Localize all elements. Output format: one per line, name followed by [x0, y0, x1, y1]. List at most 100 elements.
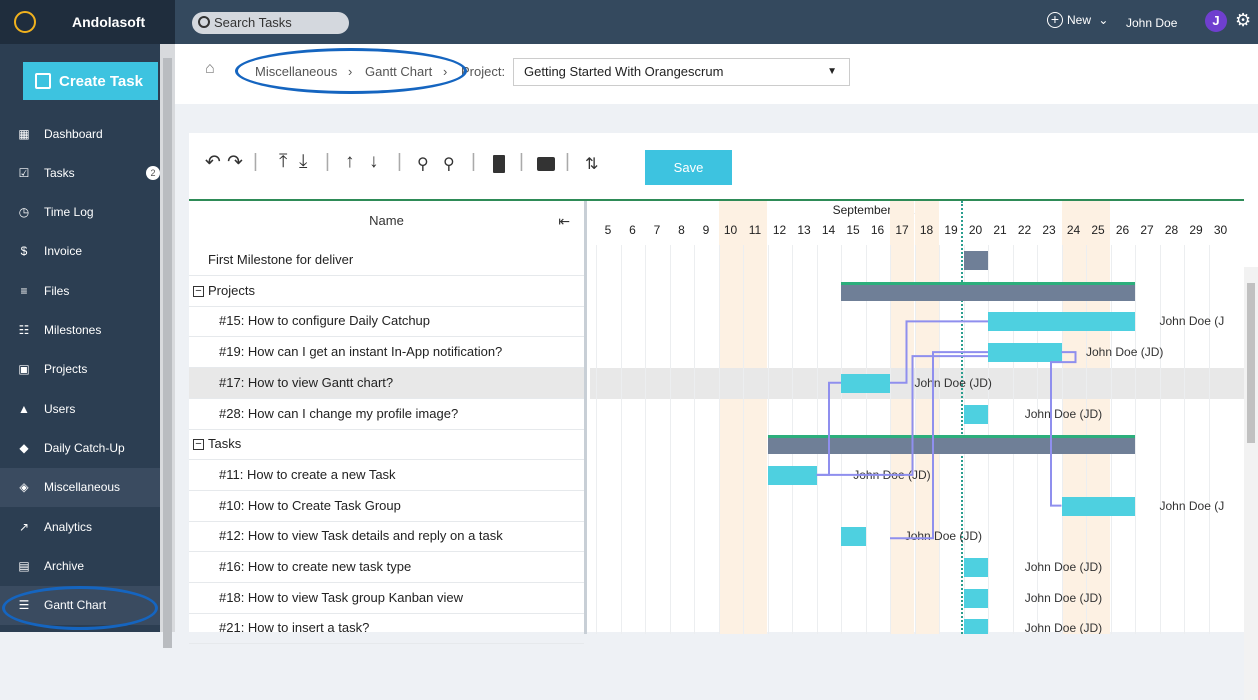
breadcrumb-bar: ⌂ Miscellaneous › Gantt Chart › Project:… [175, 44, 1258, 104]
separator: | [519, 151, 524, 172]
search-placeholder: Search Tasks [214, 15, 292, 30]
collapse-toggle-icon[interactable]: − [193, 439, 204, 451]
sidebar-item-dashboard[interactable]: ▦ Dashboard [0, 114, 160, 153]
move-up-icon[interactable]: ↑ [345, 151, 355, 173]
grid-icon: ▦ [18, 126, 30, 141]
task-name: Projects [208, 282, 255, 298]
sidebar-item-label: Users [44, 401, 76, 416]
sidebar-item-label: Dashboard [44, 126, 103, 141]
home-icon[interactable]: ⌂ [205, 60, 215, 78]
search-input[interactable]: Search Tasks [192, 12, 349, 34]
sidebar-item-projects[interactable]: ▣ Projects [0, 350, 160, 389]
task-name: #18: How to view Task group Kanban view [219, 589, 464, 605]
sidebar-item-label: Time Log [44, 205, 94, 220]
logo-icon [14, 11, 36, 33]
sidebar-item-label: Archive [44, 558, 85, 573]
task-name: #12: How to view Task details and reply … [219, 528, 503, 544]
chart-line-icon: ↗ [18, 519, 30, 534]
sidebar-item-label: Invoice [44, 244, 83, 259]
collapse-grid-icon[interactable]: ⇤ [558, 201, 570, 241]
topbar: Search Tasks + New ⌄ John Doe J ⚙ [175, 0, 1258, 44]
create-task-button[interactable]: Create Task [23, 62, 158, 100]
dependency-link[interactable] [890, 351, 988, 540]
separator: | [325, 151, 330, 172]
layers-icon: ◈ [19, 480, 29, 495]
task-row[interactable]: #11: How to create a new Task [189, 460, 584, 491]
group-row[interactable]: − Tasks [189, 429, 584, 461]
user-name[interactable]: John Doe [1126, 16, 1177, 30]
dependency-link[interactable] [1050, 351, 1077, 507]
task-row[interactable]: #16: How to create new task type [189, 552, 584, 583]
task-name: #17: How to view Gantt chart? [219, 374, 394, 390]
group-row[interactable]: − Projects [189, 276, 584, 307]
print-icon[interactable] [537, 157, 555, 171]
gear-icon[interactable]: ⚙ [1235, 10, 1251, 31]
sidebar-item-milestones[interactable]: ☷ Milestones [0, 311, 160, 350]
delete-icon[interactable] [493, 155, 505, 173]
critical-path-icon[interactable]: ⇅ [585, 154, 598, 174]
zoom-in-icon[interactable]: ⚲ [443, 154, 455, 174]
new-button[interactable]: + New ⌄ [1047, 12, 1108, 28]
dependency-link[interactable] [816, 381, 842, 476]
annotation-ellipse [235, 48, 467, 94]
gantt-grid: Name ⇤ First Milestone for deliver − Proje… [189, 199, 1258, 700]
sidebar-item-tasks[interactable]: ☑ Tasks 2 [0, 153, 160, 192]
move-down-icon[interactable]: ↓ [369, 151, 379, 173]
expand-all-icon[interactable]: ⤒ [279, 151, 287, 173]
task-name: #16: How to create new task type [219, 559, 412, 574]
undo-icon[interactable]: ↶ [205, 151, 221, 174]
brand-name: Andolasoft [72, 14, 146, 30]
sidebar-item-miscellaneous[interactable]: ◈ Miscellaneous [0, 467, 160, 507]
separator: | [565, 151, 570, 172]
task-row[interactable]: #10: How to Create Task Group [189, 491, 584, 522]
sidebar-item-analytics[interactable]: ↗ Analytics [0, 507, 160, 546]
zoom-out-icon[interactable]: ⚲ [417, 154, 429, 174]
gantt-chart-area: September 2016 5 6 7 8 9 10 11 12 13 14 15 16 17 18 19… [590, 201, 1244, 634]
user-icon: ▲ [18, 401, 30, 416]
task-row[interactable]: #12: How to view Task details and reply … [189, 521, 584, 553]
plus-circle-icon: + [1047, 12, 1063, 28]
sidebar-item-users[interactable]: ▲ Users [0, 389, 160, 428]
bell-icon: ◆ [19, 440, 29, 455]
project-select[interactable]: Getting Started With Orangescrum ▼ [513, 58, 850, 86]
task-name: First Milestone for deliver [208, 252, 354, 267]
sidebar-item-archive[interactable]: ▤ Archive [0, 546, 160, 585]
create-task-icon [35, 73, 51, 89]
task-name: #11: How to create a new Task [219, 466, 396, 482]
sidebar-item-label: Tasks [44, 165, 75, 180]
sidebar-item-label: Daily Catch-Up [44, 440, 125, 455]
sidebar-scrollbar[interactable] [160, 44, 175, 648]
sidebar-scrollbar-thumb[interactable] [163, 58, 172, 648]
task-name: #21: How to insert a task? [219, 620, 370, 636]
collapse-all-icon[interactable]: ⤓ [299, 151, 307, 173]
collapse-toggle-icon[interactable]: − [193, 285, 204, 297]
separator: | [397, 151, 402, 172]
dependency-link[interactable] [816, 355, 989, 476]
sidebar: Andolasoft Create Task ▦ Dashboard ☑ Tasks 2… [0, 0, 175, 648]
task-row[interactable]: #17: How to view Gantt chart? [189, 367, 584, 399]
sidebar-item-invoice[interactable]: $ Invoice [0, 232, 160, 271]
sidebar-item-files[interactable]: ≡ Files [0, 271, 160, 310]
task-row[interactable]: #28: How can I change my profile image? [189, 399, 584, 430]
task-row[interactable]: #15: How to configure Daily Catchup [189, 306, 584, 338]
sidebar-item-label: Analytics [44, 519, 93, 534]
task-name: #10: How to Create Task Group [219, 497, 401, 513]
task-row[interactable]: First Milestone for deliver [189, 245, 584, 276]
gantt-toolbar: ↶ ↷ | ⤒ ⤓ | ↑ ↓ | ⚲ ⚲ | | | ⇅ Save [189, 133, 1258, 199]
task-row[interactable]: #21: How to insert a task? [189, 613, 584, 645]
chart-scrollbar-thumb[interactable] [1247, 283, 1255, 443]
chart-scrollbar[interactable] [1244, 267, 1258, 700]
milestone-icon: ☷ [18, 323, 30, 337]
task-name: Tasks [208, 436, 242, 452]
sidebar-item-daily-catch-up[interactable]: ◆ Daily Catch-Up [0, 428, 160, 467]
clock-icon: ◷ [18, 205, 30, 220]
task-name: #15: How to configure Daily Catchup [219, 313, 431, 329]
avatar[interactable]: J [1205, 10, 1227, 32]
sidebar-item-time-log[interactable]: ◷ Time Log [0, 193, 160, 232]
task-row[interactable]: #18: How to view Task group Kanban view [189, 583, 584, 614]
redo-icon[interactable]: ↷ [227, 151, 243, 174]
save-button[interactable]: Save [645, 150, 732, 185]
separator: | [471, 151, 476, 172]
project-select-value: Getting Started With Orangescrum [524, 64, 724, 79]
task-row[interactable]: #19: How can I get an instant In-App not… [189, 337, 584, 369]
